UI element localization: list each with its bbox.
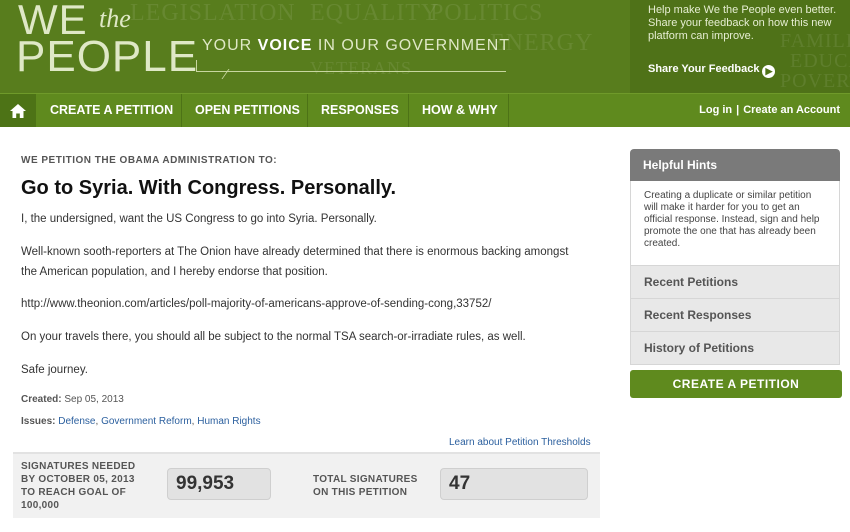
logo-people: PEOPLE [16,32,199,81]
tagline: YOUR VOICE IN OUR GOVERNMENT [202,37,510,55]
signatures-needed-count: 99,953 [167,468,271,500]
petition-thresholds-link[interactable]: Learn about Petition Thresholds [449,437,591,448]
signatures-needed-label: SIGNATURES NEEDED BY OCTOBER 05, 2013 TO… [21,460,135,512]
total-signatures-label: TOTAL SIGNATURES ON THIS PETITION [313,473,418,499]
tagline-speech-line [196,60,506,72]
label-line: 100,000 [21,500,60,511]
petition-paragraph: I, the undersigned, want the US Congress… [21,213,377,225]
petition-paragraph: On your travels there, you should all be… [21,331,526,343]
total-signatures-count: 47 [440,468,588,500]
bg-word: POVERTY [780,70,850,92]
arrow-right-circle-icon: ▶ [762,65,776,78]
petition-title: Go to Syria. With Congress. Personally. [21,177,397,199]
petition-url: http://www.theonion.com/articles/poll-ma… [21,298,492,310]
tagline-post: IN OUR GOVERNMENT [312,37,511,54]
sidebar: Helpful Hints Creating a duplicate or si… [630,149,840,365]
bg-word: EQUALITY [310,0,440,26]
sidebar-item-history-of-petitions[interactable]: History of Petitions [630,332,840,365]
feedback-text: Help make We the People even better. Sha… [648,4,837,42]
helpful-hints-body: Creating a duplicate or similar petition… [630,181,840,266]
issues-label: Issues: [21,416,56,427]
bg-word: LEGISLATION [130,0,296,26]
issues-line: Issues: Defense, Government Reform, Huma… [21,412,581,432]
label-line: TOTAL SIGNATURES [313,474,418,485]
nav-create-petition[interactable]: CREATE A PETITION [36,94,187,127]
home-button[interactable] [0,94,36,127]
label-line: BY OCTOBER 05, 2013 [21,474,135,485]
issue-link-human-rights[interactable]: Human Rights [197,416,260,427]
create-account-link[interactable]: Create an Account [743,104,840,116]
login-link[interactable]: Log in [699,104,732,116]
label-line: SIGNATURES NEEDED [21,461,136,472]
sidebar-item-recent-responses[interactable]: Recent Responses [630,299,840,332]
nav-responses[interactable]: RESPONSES [307,94,413,127]
issue-link-defense[interactable]: Defense [58,416,95,427]
feedback-panel: FAMILIES EDUCATION POVERTY Help make We … [630,0,850,93]
label-line: ON THIS PETITION [313,487,408,498]
create-petition-button[interactable]: CREATE A PETITION [630,370,842,398]
account-separator: | [736,104,740,116]
nav-divider [508,94,509,127]
helpful-hints-heading: Helpful Hints [630,149,840,181]
created-label: Created: [21,394,62,405]
site-header: LEGISLATION EQUALITY POLITICS ENERGY VET… [0,0,850,93]
home-icon [10,104,26,118]
petition-paragraph: Safe journey. [21,364,88,376]
issue-link-government-reform[interactable]: Government Reform [101,416,192,427]
created-line: Created: Sep 05, 2013 [21,390,581,410]
label-line: TO REACH GOAL OF [21,487,126,498]
created-date: Sep 05, 2013 [64,394,124,405]
nav-open-petitions[interactable]: OPEN PETITIONS [181,94,314,127]
share-feedback-label: Share Your Feedback [648,63,760,75]
petition-kicker: WE PETITION THE OBAMA ADMINISTRATION TO: [21,155,278,166]
petition-paragraph: Well-known sooth-reporters at The Onion … [21,246,569,278]
tagline-bold: VOICE [257,37,313,54]
nav-how-why[interactable]: HOW & WHY [408,94,512,127]
account-links: Log in | Create an Account [699,94,840,127]
signature-panel: SIGNATURES NEEDED BY OCTOBER 05, 2013 TO… [13,452,600,518]
logo-the: the [99,4,131,33]
share-feedback-link[interactable]: Share Your Feedback ▶ [648,63,776,78]
tagline-pre: YOUR [202,37,258,54]
bg-word: POLITICS [430,0,544,26]
sidebar-item-recent-petitions[interactable]: Recent Petitions [630,266,840,299]
main-nav: CREATE A PETITION OPEN PETITIONS RESPONS… [0,93,850,127]
